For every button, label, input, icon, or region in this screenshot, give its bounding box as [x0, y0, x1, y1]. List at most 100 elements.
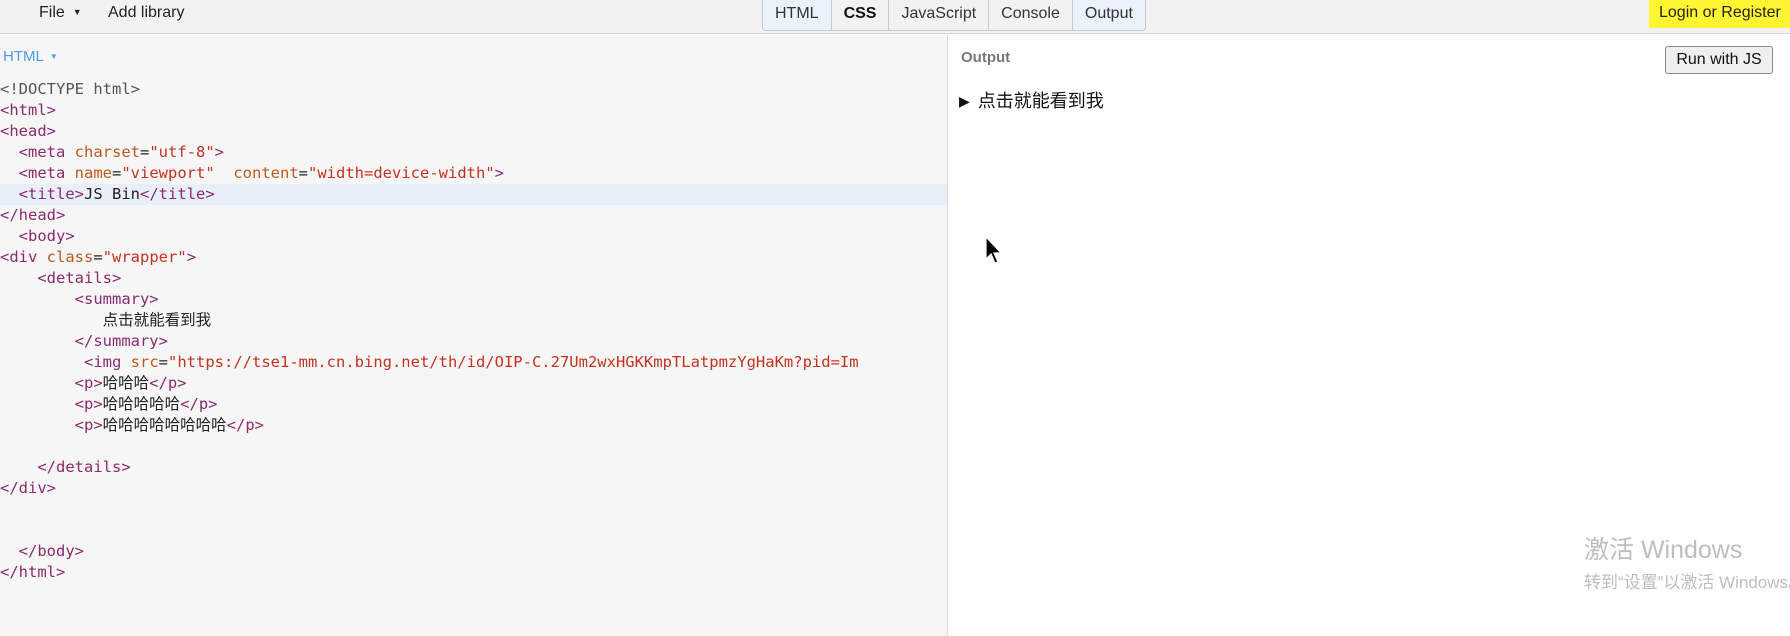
code-token: </p>: [149, 374, 187, 392]
code-token: "wrapper": [102, 248, 187, 266]
code-token: =: [140, 143, 150, 161]
code-token: "viewport": [121, 164, 215, 182]
code-line: <img src="https://tse1-mm.cn.bing.net/th…: [0, 352, 947, 373]
code-token: <body>: [18, 227, 75, 245]
code-token: </p>: [226, 416, 264, 434]
code-line: <head>: [0, 121, 947, 142]
code-line: <meta charset="utf-8">: [0, 142, 947, 163]
code-line: <!DOCTYPE html>: [0, 79, 947, 100]
code-line: <p>哈哈哈</p>: [0, 373, 947, 394]
code-token: >: [186, 248, 197, 266]
code-token: <p>: [74, 416, 103, 434]
code-token: "utf-8": [149, 143, 215, 161]
watermark-subtitle: 转到“设置”以激活 Windows。: [1584, 573, 1790, 592]
code-token: <details>: [37, 269, 122, 287]
code-token: charset: [74, 143, 140, 161]
code-token: 哈哈哈哈哈: [102, 395, 181, 413]
code-token: "https://tse1-mm.cn.bing.net/th/id/OIP-C…: [168, 353, 859, 371]
code-token: <head>: [0, 122, 56, 140]
code-line: </div>: [0, 478, 947, 499]
code-line: <html>: [0, 100, 947, 121]
code-token: content: [233, 164, 299, 182]
code-token: 哈哈哈哈哈哈哈哈: [102, 416, 227, 434]
tab-output[interactable]: Output: [1072, 0, 1145, 30]
code-line: </details>: [0, 457, 947, 478]
file-menu-label: File: [39, 4, 65, 21]
code-token: <meta: [18, 143, 75, 161]
code-token: <p>: [74, 395, 103, 413]
tab-css[interactable]: CSS: [832, 0, 890, 30]
code-line: <title>JS Bin</title>: [0, 184, 947, 205]
panel-tabs: HTML CSS JavaScript Console Output: [762, 0, 1146, 31]
tab-javascript[interactable]: JavaScript: [889, 0, 990, 30]
code-line: </html>: [0, 562, 947, 583]
chevron-down-icon: ▼: [72, 7, 82, 17]
output-label: Output: [961, 49, 1011, 66]
tab-console[interactable]: Console: [989, 0, 1073, 30]
code-token: JS Bin: [84, 185, 140, 203]
code-token: =: [298, 164, 309, 182]
code-token: </body>: [18, 542, 84, 560]
code-line: </head>: [0, 205, 947, 226]
code-line: </body>: [0, 541, 947, 562]
code-token: class: [46, 248, 94, 266]
code-token: <html>: [0, 101, 56, 119]
watermark-title: 激活 Windows: [1584, 536, 1743, 564]
code-line: <details>: [0, 268, 947, 289]
top-toolbar: File ▼ Add library HTML CSS JavaScript Co…: [0, 0, 1790, 34]
file-menu[interactable]: File ▼: [39, 4, 82, 22]
code-token: <img: [84, 353, 131, 371]
run-with-js-button[interactable]: Run with JS: [1665, 46, 1773, 74]
code-token: >: [214, 143, 225, 161]
code-line: <meta name="viewport" content="width=dev…: [0, 163, 947, 184]
editor-language-dropdown[interactable]: HTML ▼: [3, 48, 58, 65]
code-token: </summary>: [74, 332, 168, 350]
code-token: 点击就能看到我: [0, 311, 212, 329]
code-token: =: [93, 248, 103, 266]
html-editor-pane[interactable]: HTML ▼ <!DOCTYPE html> <html> <head> <meta …: [0, 35, 948, 636]
code-token: "width=device-width": [308, 164, 495, 182]
code-token: =: [112, 164, 122, 182]
tab-html[interactable]: HTML: [763, 0, 832, 30]
add-library-button[interactable]: Add library: [108, 4, 184, 22]
code-token: >: [494, 164, 504, 182]
code-line: <body>: [0, 226, 947, 247]
code-token: </title>: [140, 185, 215, 203]
editor-language-label: HTML: [3, 48, 44, 65]
code-line: <p>哈哈哈哈哈</p>: [0, 394, 947, 415]
code-token: <!DOCTYPE html>: [0, 80, 140, 98]
code-line: <summary>: [0, 289, 947, 310]
code-token: <summary>: [74, 290, 159, 308]
code-token: =: [158, 353, 169, 371]
code-token: </head>: [0, 206, 66, 224]
summary-text: 点击就能看到我: [977, 91, 1104, 111]
login-register-button[interactable]: Login or Register: [1649, 0, 1790, 28]
code-token: </p>: [180, 395, 218, 413]
chevron-down-icon: ▼: [49, 52, 58, 61]
details-summary[interactable]: ▶ 点击就能看到我: [959, 87, 1104, 113]
code-editor[interactable]: <!DOCTYPE html> <html> <head> <meta charse…: [0, 79, 947, 583]
code-token: <div: [0, 248, 47, 266]
code-token: </div>: [0, 479, 56, 497]
code-line: <div class="wrapper">: [0, 247, 947, 268]
mouse-pointer-icon: [985, 235, 1005, 271]
code-line: 点击就能看到我: [0, 310, 947, 331]
windows-activation-watermark: 激活 Windows 转到“设置”以激活 Windows。: [1584, 530, 1790, 593]
code-token: 哈哈哈: [102, 374, 150, 392]
